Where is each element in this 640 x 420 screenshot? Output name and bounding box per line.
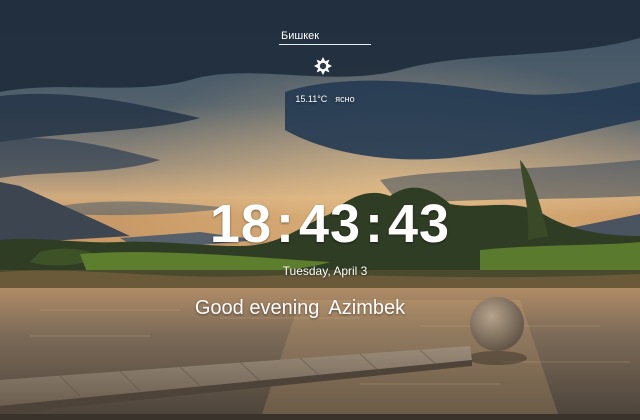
weather-description: ясно [335,94,355,104]
sun-icon [314,57,332,75]
date-label: Tuesday, April 3 [282,264,368,278]
greeting: Good evening Azimbek [150,297,450,320]
weather-summary: 15.11°C ясно [260,94,390,104]
greeting-name: Azimbek [328,297,406,319]
clock-hours: 18 [209,194,272,254]
clock-separator: : [275,194,295,254]
clock-seconds: 43 [388,194,451,254]
temperature-value: 15.11°C [295,94,328,104]
clock-time: 18:43:43 [160,193,500,255]
greeting-text: Good evening [194,297,320,319]
new-tab-dashboard: 15.11°Cясно 18:43:43 Tuesday, April 3 Go… [0,0,640,420]
city-input[interactable] [279,28,371,45]
clock-minutes: 43 [298,194,362,254]
clock-separator: : [365,194,385,254]
